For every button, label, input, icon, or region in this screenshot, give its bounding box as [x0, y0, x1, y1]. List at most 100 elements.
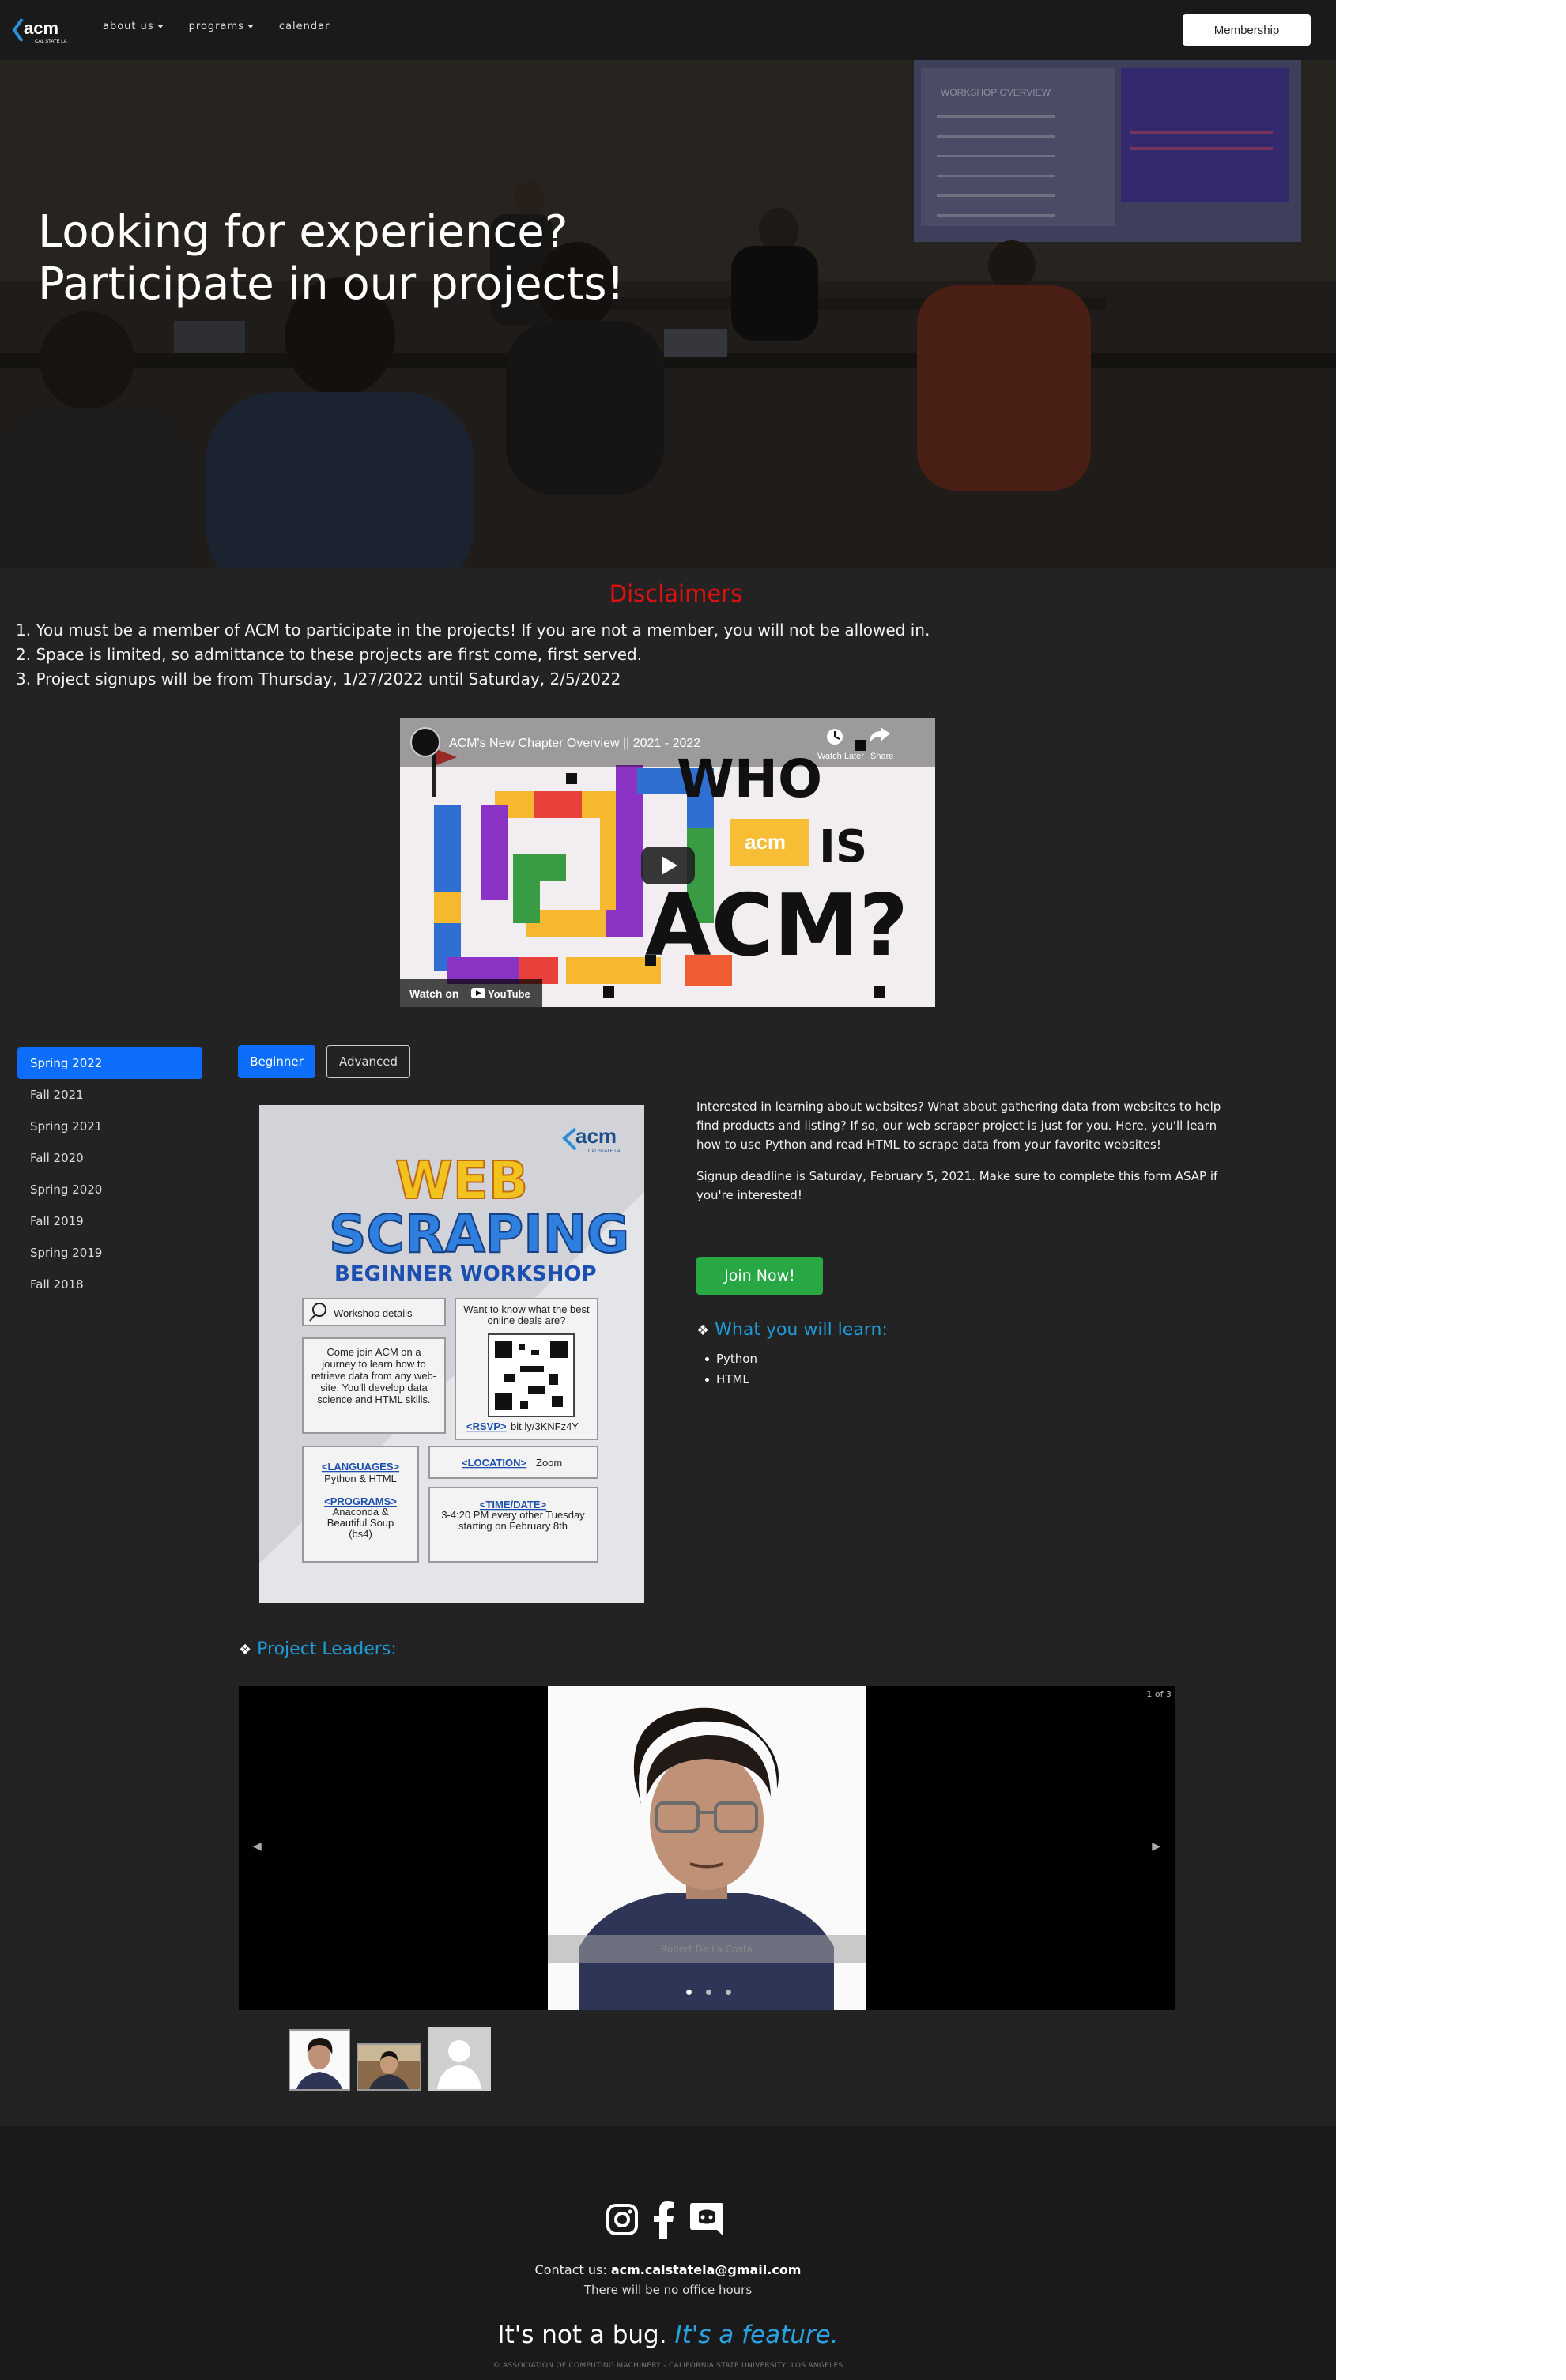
caret-down-icon	[157, 25, 164, 28]
hero-banner: WORKSHOP OVERVIEW	[0, 60, 1336, 568]
qr-code-icon	[488, 1333, 575, 1417]
carousel-dot[interactable]	[706, 1990, 711, 1995]
carousel-dot[interactable]	[726, 1990, 731, 1995]
office-hours-note: There will be no office hours	[583, 2283, 753, 2297]
nav-links: about us programs calendar	[103, 21, 330, 32]
disclaimer-item: 3. Project signups will be from Thursday…	[16, 669, 621, 688]
poster-location-label: <LOCATION>	[462, 1457, 527, 1469]
page: acm CAL STATE LA about us programs calen…	[0, 0, 1336, 2380]
tab-beginner[interactable]: Beginner	[238, 1045, 315, 1078]
poster-title-scraping: SCRAPING	[329, 1204, 629, 1265]
poster-join-text: Come join ACM on a journey to learn how …	[311, 1346, 437, 1405]
navbar: acm CAL STATE LA about us programs calen…	[0, 0, 1336, 60]
poster-rsvp-value: bit.ly/3KNFz4Y	[511, 1420, 579, 1432]
semester-item[interactable]: Fall 2019	[17, 1205, 202, 1237]
disclaimers-title: Disclaimers	[609, 580, 743, 607]
youtube-label: YouTube	[488, 988, 530, 1000]
join-now-button[interactable]: Join Now!	[696, 1257, 823, 1295]
user-placeholder-icon	[429, 2029, 489, 2089]
semester-item[interactable]: Fall 2021	[17, 1079, 202, 1111]
footer-motto: It's not a bug. It's a feature.	[497, 2321, 839, 2349]
caret-down-icon	[247, 25, 254, 28]
carousel-prev-icon[interactable]: ◀	[253, 1840, 262, 1853]
poster-languages-label: <LANGUAGES>	[322, 1461, 400, 1473]
poster-logo-sub: CAL STATE LA	[588, 1149, 621, 1154]
video-title: ACM's New Chapter Overview || 2021 - 202…	[449, 737, 700, 750]
learn-item: Python	[705, 1348, 757, 1369]
poster-languages-value: Python & HTML	[324, 1473, 397, 1484]
logo-sub: CAL STATE LA	[35, 40, 67, 44]
carousel-thumbnails	[289, 2027, 491, 2091]
watch-later-label: Watch Later	[817, 752, 864, 761]
carousel-next-icon[interactable]: ▶	[1152, 1840, 1160, 1853]
semester-item[interactable]: Spring 2022	[17, 1047, 202, 1079]
project-paragraph: Interested in learning about websites? W…	[696, 1099, 1221, 1152]
leader-caption: Robert De La Costa	[548, 1935, 866, 1963]
poster-title-web: WEB	[395, 1150, 528, 1211]
nav-about-us[interactable]: about us	[103, 21, 164, 32]
diamond-icon: ❖	[239, 1642, 252, 1658]
instagram-icon[interactable]	[606, 2203, 639, 2236]
share-label: Share	[870, 752, 893, 761]
contact-line: Contact us: acm.calstatela@gmail.com	[534, 2262, 802, 2277]
leader-photo: Robert De La Costa	[548, 1686, 866, 2010]
discord-icon[interactable]	[689, 2201, 724, 2238]
semester-item[interactable]: Spring 2020	[17, 1174, 202, 1205]
nav-programs[interactable]: programs	[189, 21, 254, 32]
video-thumbnail: WHO acm IS ACM? ACM's New Chapter Overvi…	[400, 718, 935, 1007]
video-text-acm: ACM?	[645, 877, 908, 975]
leader-thumbnail[interactable]	[289, 2029, 350, 2091]
leader-thumbnail[interactable]	[357, 2043, 421, 2091]
slide-counter: 1 of 3	[1146, 1689, 1172, 1699]
semester-item[interactable]: Spring 2021	[17, 1111, 202, 1142]
poster-time-value: 3-4:20 PM every other Tuesday starting o…	[441, 1510, 585, 1532]
social-links	[606, 2201, 724, 2239]
logo-text: acm	[24, 18, 58, 38]
youtube-embed[interactable]: WHO acm IS ACM? ACM's New Chapter Overvi…	[400, 718, 935, 1007]
semester-item[interactable]: Spring 2019	[17, 1237, 202, 1269]
contact-email-link[interactable]: acm.calstatela@gmail.com	[611, 2262, 802, 2277]
video-badge-text: acm	[745, 830, 786, 854]
copyright: © ASSOCIATION OF COMPUTING MACHINERY - C…	[492, 2362, 843, 2370]
diamond-icon: ❖	[696, 1322, 710, 1339]
carousel-dot[interactable]	[686, 1990, 692, 1995]
hero-photo: WORKSHOP OVERVIEW	[0, 60, 1336, 568]
carousel-dots	[686, 1990, 731, 1995]
poster-deals-text: Want to know what the best online deals …	[463, 1304, 590, 1326]
facebook-icon[interactable]	[653, 2201, 675, 2239]
poster-time-label: <TIME/DATE>	[480, 1499, 547, 1511]
poster-programs-label: <PROGRAMS>	[324, 1496, 397, 1507]
disclaimers-list: 1. You must be a member of ACM to partic…	[16, 618, 930, 692]
poster-programs-value: Anaconda & Beautiful Soup (bs4)	[326, 1507, 394, 1540]
learn-list: Python HTML	[705, 1348, 757, 1390]
poster-art: acm CAL STATE LA WEB SCRAPING BEGINNER W…	[259, 1105, 644, 1603]
disclaimer-item: 2. Space is limited, so admittance to th…	[16, 645, 643, 664]
project-description: Interested in learning about websites? W…	[696, 1097, 1234, 1217]
signup-deadline: Signup deadline is Saturday, February 5,…	[696, 1169, 1218, 1202]
disclaimer-item: 1. You must be a member of ACM to partic…	[16, 620, 930, 639]
leader-thumbnail[interactable]	[428, 2027, 491, 2091]
learn-item: HTML	[705, 1369, 757, 1390]
play-button-icon[interactable]	[641, 847, 695, 884]
leaders-carousel: Robert De La Costa 1 of 3 ◀ ▶	[239, 1686, 1175, 2010]
poster-logo-text: acm	[575, 1124, 617, 1148]
semester-item[interactable]: Fall 2018	[17, 1269, 202, 1300]
membership-button[interactable]: Membership	[1183, 14, 1311, 46]
semester-item[interactable]: Fall 2020	[17, 1142, 202, 1174]
poster-subtitle: BEGINNER WORKSHOP	[334, 1262, 597, 1286]
learn-heading: ❖ What you will learn:	[696, 1320, 888, 1340]
video-text-is: IS	[819, 821, 867, 873]
semester-list: Spring 2022 Fall 2021 Spring 2021 Fall 2020…	[17, 1047, 202, 1300]
nav-calendar[interactable]: calendar	[279, 21, 330, 32]
poster-rsvp-label: <RSVP>	[466, 1420, 507, 1432]
watch-later-icon[interactable]	[827, 729, 843, 745]
hero-title: Looking for experience? Participate in o…	[38, 206, 625, 310]
poster-location-value: Zoom	[536, 1457, 562, 1469]
acm-logo[interactable]: acm CAL STATE LA	[11, 13, 77, 47]
workshop-poster: acm CAL STATE LA WEB SCRAPING BEGINNER W…	[259, 1105, 644, 1603]
watch-on-label: Watch on	[409, 987, 458, 1000]
channel-avatar[interactable]	[410, 727, 440, 757]
poster-search-text: Workshop details	[334, 1307, 413, 1319]
project-leaders-heading: ❖ Project Leaders:	[239, 1639, 397, 1659]
tab-advanced[interactable]: Advanced	[326, 1045, 410, 1078]
